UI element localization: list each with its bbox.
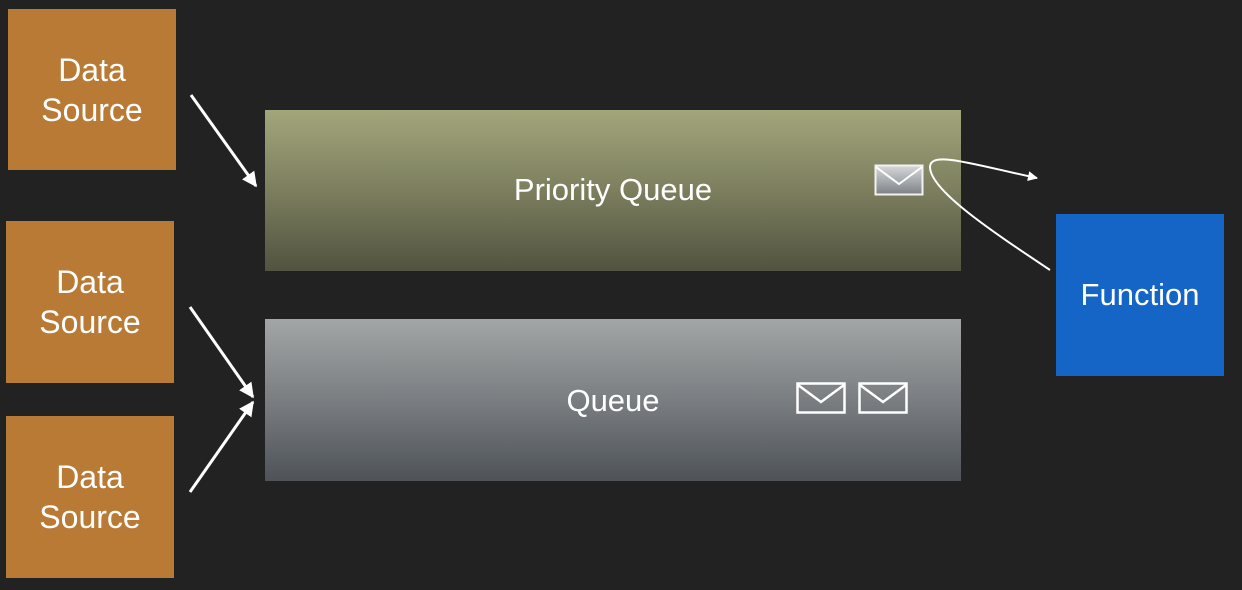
data-source-2-label: Data Source — [39, 264, 141, 340]
data-source-2: Data Source — [6, 221, 174, 383]
priority-queue-label: Priority Queue — [513, 172, 713, 207]
data-source-1: Data Source — [8, 9, 176, 170]
arrow-icon — [188, 306, 255, 399]
data-source-3: Data Source — [6, 416, 174, 578]
arrow-icon — [188, 400, 255, 493]
data-source-3-label: Data Source — [39, 459, 141, 535]
queue-box: Queue — [265, 319, 961, 481]
priority-queue-box: Priority Queue — [265, 110, 961, 271]
queue-label: Queue — [566, 383, 660, 418]
function-box: Function — [1056, 214, 1224, 376]
envelope-icon — [874, 164, 924, 196]
envelope-icon — [796, 382, 846, 414]
arrow-icon — [189, 94, 258, 188]
diagram-canvas: Data Source Data Source Data Source Prio… — [0, 0, 1242, 590]
data-source-1-label: Data Source — [41, 51, 143, 128]
envelope-icon — [858, 382, 908, 414]
function-label: Function — [1080, 277, 1200, 312]
